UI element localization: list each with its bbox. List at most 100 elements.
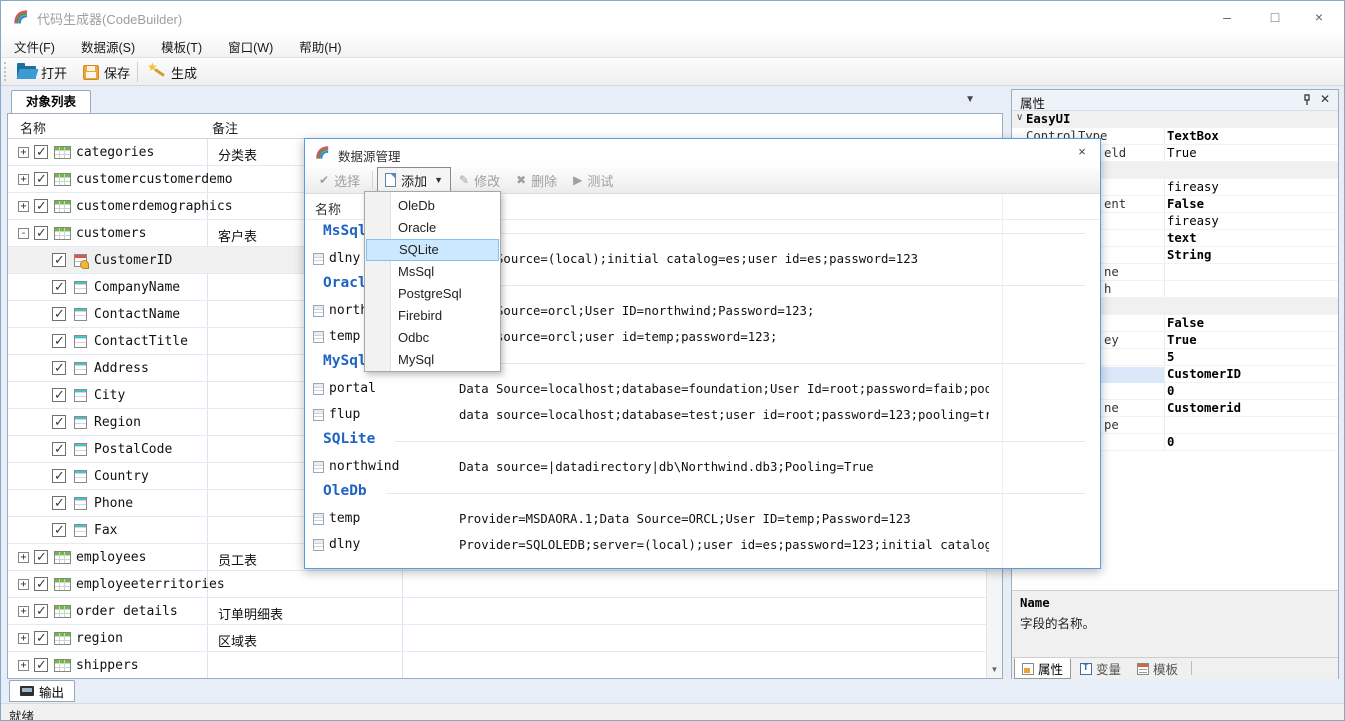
menu-item-MySql[interactable]: MySql: [366, 349, 499, 371]
row-checkbox[interactable]: [52, 388, 66, 402]
pin-icon[interactable]: [1302, 94, 1312, 106]
menu-item-Firebird[interactable]: Firebird: [366, 305, 499, 327]
menu-item-S[interactable]: 数据源(S): [68, 33, 148, 60]
dialog-test-button[interactable]: ▶测试: [565, 167, 621, 194]
property-value[interactable]: String: [1167, 248, 1336, 262]
open-button[interactable]: 打开: [11, 60, 73, 84]
menu-item-T[interactable]: 模板(T): [148, 33, 215, 60]
property-value[interactable]: fireasy: [1167, 214, 1336, 228]
chevron-down-icon[interactable]: ∨: [1016, 112, 1023, 123]
toolbar-grip[interactable]: [4, 62, 7, 81]
datasource-row-dlny[interactable]: dlnyProvider=SQLOLEDB;server=(local);use…: [305, 532, 1099, 558]
property-value[interactable]: TextBox: [1167, 129, 1336, 143]
scroll-down-icon[interactable]: ▼: [987, 662, 1002, 678]
minimize-button[interactable]: –: [1210, 5, 1244, 29]
property-value[interactable]: True: [1167, 146, 1336, 160]
tab-object-list[interactable]: 对象列表: [11, 90, 91, 113]
property-value[interactable]: fireasy: [1167, 180, 1336, 194]
check-icon: ✔: [319, 173, 329, 187]
window-title: 代码生成器(CodeBuilder): [37, 9, 182, 28]
row-checkbox[interactable]: [34, 604, 48, 618]
close-button[interactable]: ×: [1302, 5, 1336, 29]
tree-node-remark: 员工表: [218, 550, 257, 569]
tree-field-label: Phone: [94, 496, 133, 511]
tab-templates[interactable]: 模板: [1130, 658, 1185, 679]
row-checkbox[interactable]: [34, 145, 48, 159]
grid-divider: [1164, 128, 1165, 144]
menu-item-Odbc[interactable]: Odbc: [366, 327, 499, 349]
property-value[interactable]: False: [1167, 197, 1336, 211]
save-button[interactable]: 保存: [77, 60, 136, 84]
grid-divider: [1164, 332, 1165, 348]
menu-item-PostgreSql[interactable]: PostgreSql: [366, 283, 499, 305]
generate-wand-icon: [148, 64, 166, 80]
expand-toggle-icon[interactable]: +: [18, 633, 29, 644]
datasource-row-temp[interactable]: tempProvider=MSDAORA.1;Data Source=ORCL;…: [305, 506, 1099, 532]
menu-item-H[interactable]: 帮助(H): [286, 33, 354, 60]
row-checkbox[interactable]: [34, 577, 48, 591]
row-checkbox[interactable]: [34, 550, 48, 564]
row-checkbox[interactable]: [52, 253, 66, 267]
datasource-row-northwind[interactable]: northwindData source=|datadirectory|db\N…: [305, 454, 1099, 480]
property-category-row[interactable]: ∨EasyUI: [1012, 111, 1338, 128]
property-value[interactable]: False: [1167, 316, 1336, 330]
menu-item-Oracle[interactable]: Oracle: [366, 217, 499, 239]
expand-toggle-icon[interactable]: -: [18, 228, 29, 239]
menu-item-W[interactable]: 窗口(W): [215, 33, 286, 60]
dialog-add-button[interactable]: 添加▼: [377, 167, 451, 194]
row-checkbox[interactable]: [34, 631, 48, 645]
tree-row-employeeterritories[interactable]: +employeeterritories: [8, 571, 986, 598]
row-checkbox[interactable]: [34, 226, 48, 240]
list-column-header-name: 名称: [315, 199, 341, 218]
property-value[interactable]: True: [1167, 333, 1336, 347]
tab-properties[interactable]: 属性: [1014, 658, 1071, 679]
row-checkbox[interactable]: [34, 199, 48, 213]
menu-item-F[interactable]: 文件(F): [1, 33, 68, 60]
row-checkbox[interactable]: [52, 523, 66, 537]
row-checkbox[interactable]: [52, 469, 66, 483]
dialog-close-icon[interactable]: ×: [1072, 144, 1092, 162]
tree-row-order-details[interactable]: +order details订单明细表: [8, 598, 986, 625]
tabstrip-dropdown-icon[interactable]: ▼: [965, 94, 975, 105]
expand-toggle-icon[interactable]: +: [18, 606, 29, 617]
row-checkbox[interactable]: [52, 415, 66, 429]
row-checkbox[interactable]: [52, 334, 66, 348]
property-value[interactable]: Customerid: [1167, 401, 1336, 415]
property-value[interactable]: 5: [1167, 350, 1336, 364]
menu-item-OleDb[interactable]: OleDb: [366, 195, 499, 217]
row-checkbox[interactable]: [34, 172, 48, 186]
panel-close-icon[interactable]: ✕: [1320, 92, 1330, 106]
property-value[interactable]: 0: [1167, 435, 1336, 449]
tree-row-shippers[interactable]: +shippers: [8, 652, 986, 678]
menu-item-MsSql[interactable]: MsSql: [366, 261, 499, 283]
datasource-row-flup[interactable]: flupdata source=localhost;database=test;…: [305, 402, 1099, 428]
expand-toggle-icon[interactable]: +: [18, 552, 29, 563]
row-checkbox[interactable]: [52, 442, 66, 456]
tab-output[interactable]: 输出: [9, 680, 75, 702]
dropdown-caret-icon: ▼: [434, 175, 443, 185]
dialog-select-button[interactable]: ✔选择: [311, 167, 368, 194]
row-checkbox[interactable]: [52, 361, 66, 375]
generate-button[interactable]: 生成: [142, 60, 203, 84]
maximize-button[interactable]: □: [1258, 5, 1292, 29]
property-value[interactable]: text: [1167, 231, 1336, 245]
property-value[interactable]: 0: [1167, 384, 1336, 398]
tab-variables[interactable]: 变量: [1073, 658, 1128, 679]
row-checkbox[interactable]: [52, 496, 66, 510]
dialog-delete-button[interactable]: ✖删除: [508, 167, 565, 194]
row-checkbox[interactable]: [34, 658, 48, 672]
datasource-group-OleDb: OleDb: [305, 480, 1099, 506]
expand-toggle-icon[interactable]: +: [18, 147, 29, 158]
datasource-row-portal[interactable]: portalData Source=localhost;database=fou…: [305, 376, 1099, 402]
expand-toggle-icon[interactable]: +: [18, 579, 29, 590]
tree-row-region[interactable]: +region区域表: [8, 625, 986, 652]
dialog-modify-button[interactable]: ✎修改: [451, 167, 508, 194]
table-icon: [54, 551, 71, 564]
property-value[interactable]: CustomerID: [1167, 367, 1336, 381]
expand-toggle-icon[interactable]: +: [18, 174, 29, 185]
row-checkbox[interactable]: [52, 280, 66, 294]
expand-toggle-icon[interactable]: +: [18, 201, 29, 212]
row-checkbox[interactable]: [52, 307, 66, 321]
expand-toggle-icon[interactable]: +: [18, 660, 29, 671]
menu-item-SQLite[interactable]: SQLite: [366, 239, 499, 261]
